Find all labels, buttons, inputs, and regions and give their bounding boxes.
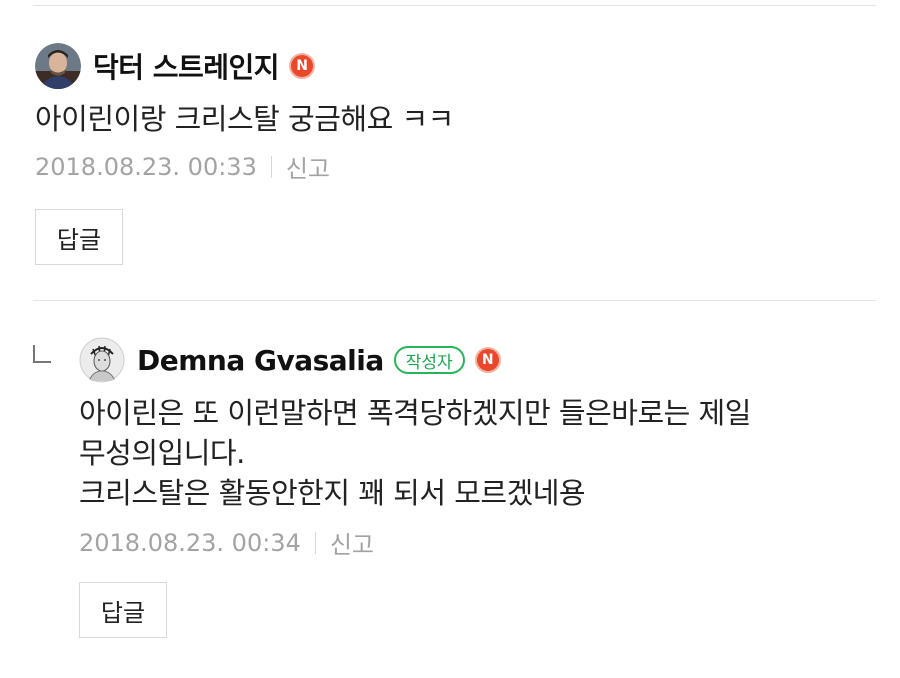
doctor-strange-avatar-icon[interactable] [35, 43, 81, 89]
comment-body-line: 크리스탈은 활동안한지 꽤 되서 모르겠네용 [79, 476, 586, 510]
naver-n-badge-icon: N [289, 53, 316, 79]
comment-author-name[interactable]: Demna Gvasalia [137, 344, 384, 377]
comment-body: 아이린은 또 이런말하면 폭격당하겠지만 들은바로는 제일 무성의입니다. 크리… [79, 393, 751, 513]
comment-date: 2018.08.23. 00:33 [35, 152, 257, 181]
comment-meta: 2018.08.23. 00:33 신고 [35, 149, 454, 184]
comment-author-row: Demna Gvasalia 작성자 N [79, 337, 751, 383]
comment-body: 아이린이랑 크리스탈 궁금해요 ㅋㅋ [35, 99, 454, 139]
comment-divider [33, 300, 876, 301]
top-divider [33, 5, 876, 6]
meta-separator [314, 531, 316, 554]
comment-body-line: 아이린이랑 크리스탈 궁금해요 ㅋㅋ [35, 102, 454, 136]
reply-arrow-icon [33, 345, 51, 363]
comment-author-row: 닥터 스트레인지 N [35, 43, 454, 89]
comment-author-name[interactable]: 닥터 스트레인지 [93, 46, 280, 86]
naver-n-badge-icon: N [474, 347, 501, 373]
report-link[interactable]: 신고 [330, 525, 374, 560]
comment-date: 2018.08.23. 00:34 [79, 528, 301, 557]
comment-body-line: 아이린은 또 이런말하면 폭격당하겠지만 들은바로는 제일 [79, 396, 751, 430]
reply-button[interactable]: 답글 [79, 582, 167, 638]
comment-meta: 2018.08.23. 00:34 신고 [79, 525, 751, 560]
report-link[interactable]: 신고 [286, 149, 330, 184]
comment-item: Demna Gvasalia 작성자 N 아이린은 또 이런말하면 폭격당하겠지… [79, 337, 751, 638]
comment-item: 닥터 스트레인지 N 아이린이랑 크리스탈 궁금해요 ㅋㅋ 2018.08.23… [35, 43, 454, 265]
meta-separator [270, 155, 272, 178]
writer-tag-badge: 작성자 [393, 346, 465, 374]
sketch-avatar-icon[interactable] [79, 337, 125, 383]
comment-body-line: 무성의입니다. [79, 436, 245, 470]
reply-button[interactable]: 답글 [35, 209, 123, 265]
